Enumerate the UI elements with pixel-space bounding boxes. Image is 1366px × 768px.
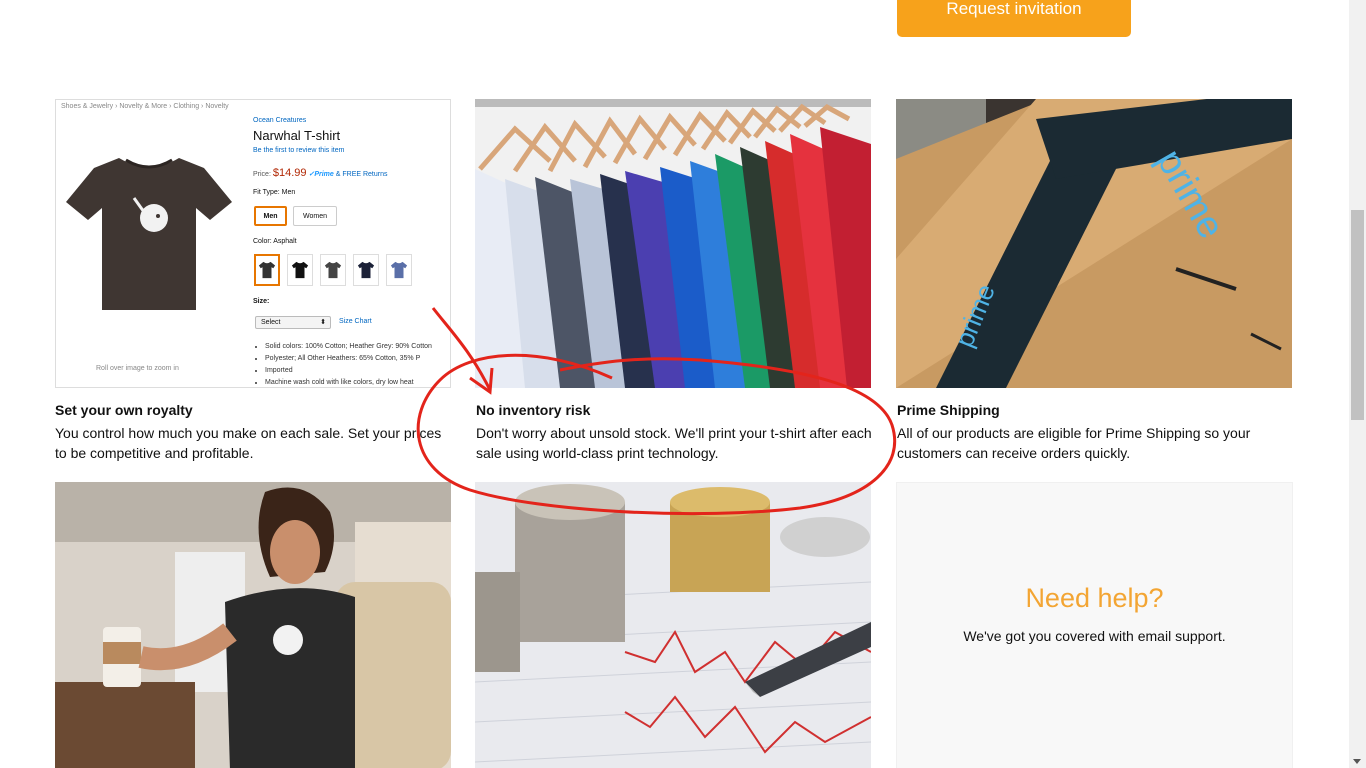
price-value: $14.99: [272, 167, 307, 179]
page-scrollbar[interactable]: [1349, 0, 1366, 768]
prime-box-photo: prime prime: [896, 99, 1292, 388]
color-swatch[interactable]: [320, 254, 346, 286]
help-title: Need help?: [1025, 583, 1164, 613]
narwhal-tshirt-image: [66, 158, 232, 310]
size-select[interactable]: Select ⬍: [255, 316, 331, 329]
woman-tshirt-image: [55, 482, 451, 768]
request-invitation-button[interactable]: Request invitation: [897, 0, 1131, 37]
feature-title: No inventory risk: [476, 402, 591, 418]
free-returns-link[interactable]: & FREE Returns: [336, 171, 388, 178]
tshirt-swatch-icon: [390, 261, 408, 279]
color-swatch[interactable]: [287, 254, 313, 286]
updown-icon: ⬍: [320, 319, 326, 326]
feature-prime: Prime Shipping All of our products are e…: [897, 402, 1297, 463]
woman-tshirt-photo: [55, 482, 451, 768]
prime-box-image: prime prime: [896, 99, 1292, 388]
help-box: Need help? We've got you covered with em…: [896, 482, 1293, 768]
fit-type-label: Fit Type: Men: [253, 189, 296, 196]
scroll-thumb[interactable]: [1351, 210, 1364, 420]
feature-text: You control how much you make on each sa…: [55, 425, 442, 461]
feature-inventory: No inventory risk Don't worry about unso…: [476, 402, 876, 463]
feature-title: Set your own royalty: [55, 402, 193, 418]
feature-text: All of our products are eligible for Pri…: [897, 425, 1251, 461]
feature-text: Don't worry about unsold stock. We'll pr…: [476, 425, 872, 461]
color-swatch[interactable]: [254, 254, 280, 286]
size-select-value: Select: [261, 319, 281, 326]
review-link[interactable]: Be the first to review this item: [253, 147, 344, 154]
price-row: Price: $14.99 ✓Prime & FREE Returns: [253, 167, 388, 179]
tshirt-swatch-icon: [357, 261, 375, 279]
brand-link[interactable]: Ocean Creatures: [253, 117, 306, 124]
bullet-item: Solid colors: 100% Cotton; Heather Grey:…: [265, 341, 450, 353]
breadcrumb: Shoes & Jewelry › Novelty & More › Cloth…: [61, 103, 229, 110]
product-bullets: Solid colors: 100% Cotton; Heather Grey:…: [256, 341, 450, 387]
scroll-down-icon[interactable]: [1353, 759, 1361, 764]
size-chart-link[interactable]: Size Chart: [339, 318, 372, 325]
tshirt-swatch-icon: [324, 261, 342, 279]
help-text: We've got you covered with email support…: [963, 628, 1226, 644]
feature-title: Prime Shipping: [897, 402, 1000, 418]
bullet-item: Imported: [265, 365, 450, 377]
coins-chart-image: [475, 482, 871, 768]
tshirt-swatch-icon: [291, 261, 309, 279]
bullet-item: Machine wash cold with like colors, dry …: [265, 377, 450, 387]
fit-men-button[interactable]: Men: [254, 206, 287, 226]
tshirt-swatch-icon: [258, 261, 276, 279]
color-swatch[interactable]: [353, 254, 379, 286]
coins-chart-photo: [475, 482, 871, 768]
zoom-note: Roll over image to zoom in: [96, 365, 179, 372]
bullet-item: Polyester; All Other Heathers: 65% Cotto…: [265, 353, 450, 365]
shirts-rack-image: [475, 99, 871, 388]
price-label: Price:: [253, 171, 271, 178]
feature-royalty: Set your own royalty You control how muc…: [55, 402, 455, 463]
fit-women-button[interactable]: Women: [293, 206, 337, 226]
product-page-image: Shoes & Jewelry › Novelty & More › Cloth…: [55, 99, 451, 388]
color-swatch[interactable]: [386, 254, 412, 286]
size-label: Size:: [253, 298, 270, 305]
prime-badge: ✓Prime: [308, 171, 334, 178]
color-label: Color: Asphalt: [253, 238, 297, 245]
shirts-rack-photo: [475, 99, 871, 388]
product-title: Narwhal T-shirt: [253, 128, 341, 143]
